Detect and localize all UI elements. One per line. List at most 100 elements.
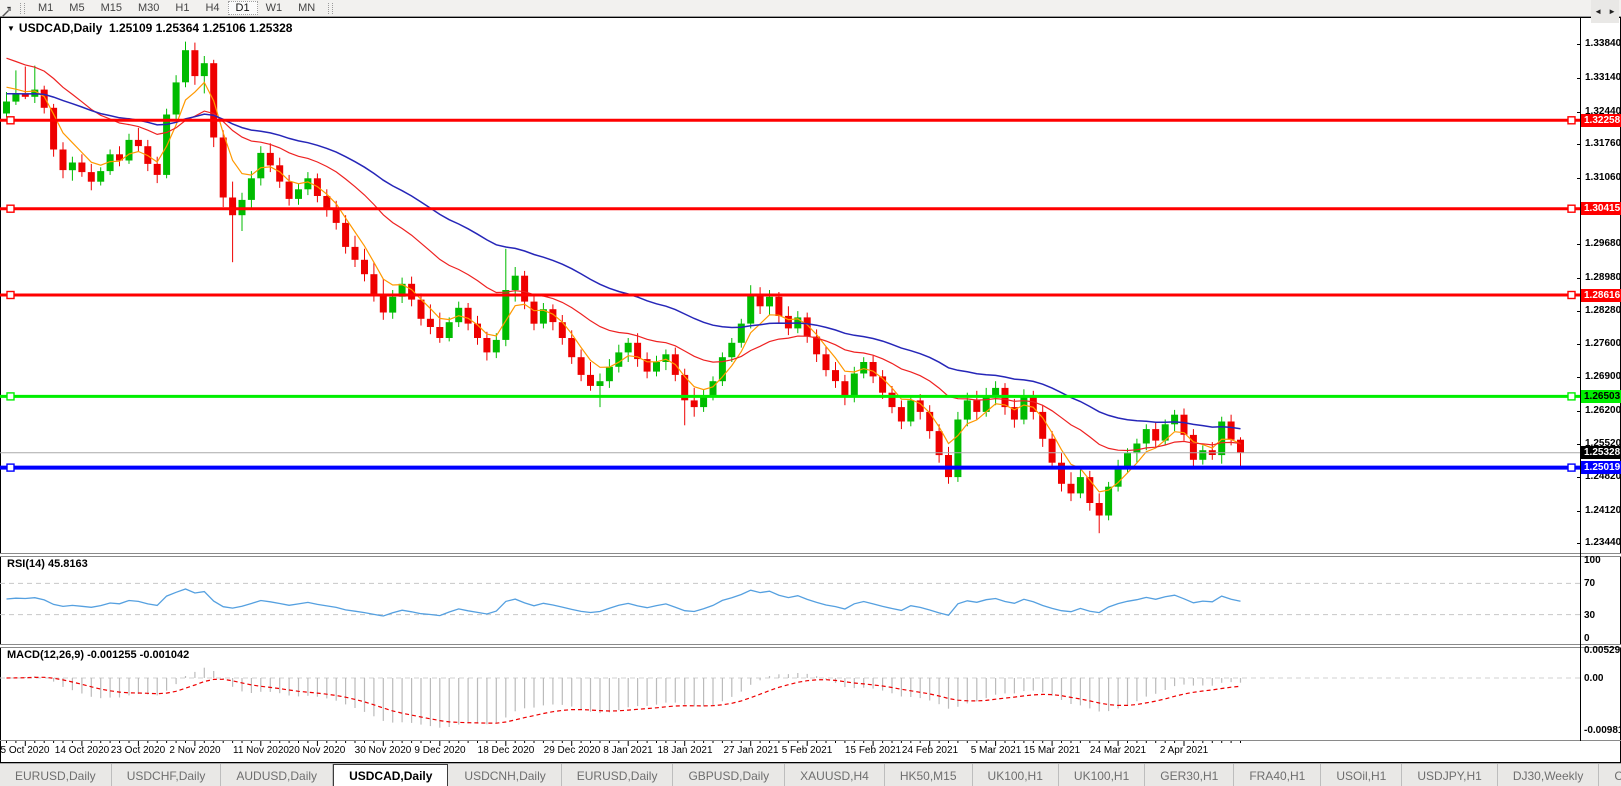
timeframe-button-MN[interactable]: MN	[290, 1, 323, 15]
price-tick-label: 1.33140	[1585, 72, 1621, 83]
tab-scroll-right-icon[interactable]: ►	[1608, 7, 1616, 16]
chart-tab-USOil-H1[interactable]: USOil,H1	[1321, 764, 1403, 786]
hline-price-tag: 1.26503	[1581, 390, 1621, 403]
timeframe-button-M15[interactable]: M15	[93, 1, 130, 15]
timeframe-button-M30[interactable]: M30	[130, 1, 167, 15]
price-tick-label: 1.31760	[1585, 138, 1621, 149]
macd-tick-label: 0.005296	[1584, 645, 1621, 656]
timeframe-button-D1[interactable]: D1	[227, 1, 258, 15]
timeframe-button-H1[interactable]: H1	[167, 1, 197, 15]
hline-handle[interactable]	[1567, 392, 1576, 401]
date-label: 24 Feb 2021	[901, 745, 959, 756]
chart-tab-GBPUSD-Daily[interactable]: GBPUSD,Daily	[673, 764, 786, 786]
rsi-line	[6, 588, 1241, 617]
price-tick-mark	[1577, 444, 1581, 445]
chart-tab-FRA40-H1[interactable]: FRA40,H1	[1234, 764, 1322, 786]
price-tick-mark	[1577, 144, 1581, 145]
chart-tab-bar: EURUSD,Daily USDCHF,Daily AUDUSD,Daily USDC…	[0, 763, 1621, 786]
date-label: 2 Apr 2021	[1159, 745, 1209, 756]
toolbar-grip[interactable]	[20, 2, 26, 14]
date-label: 2 Nov 2020	[169, 745, 221, 756]
chart-title-symbol: USDCAD,Daily	[18, 21, 103, 35]
price-tick-mark	[1577, 344, 1581, 345]
tab-scroll-left-icon[interactable]: ◄	[1594, 7, 1602, 16]
price-tick-label: 1.28980	[1585, 272, 1621, 283]
chart-tab-USDJPY-H1[interactable]: USDJPY,H1	[1402, 764, 1498, 786]
rsi-pane[interactable]	[0, 557, 1580, 644]
rsi-label: RSI(14) 45.8163	[7, 558, 88, 570]
price-tick-mark	[1577, 511, 1581, 512]
chart-tab-XAUUSD-H4[interactable]: XAUUSD,H4	[785, 764, 885, 786]
price-tick-mark	[1577, 178, 1581, 179]
timeframe-buttons: M1 M5 M15 M30 H1 H4 D1 W1 MN	[30, 1, 323, 15]
date-label: 29 Dec 2020	[543, 745, 601, 756]
chart-tab-AUDUSD-Daily[interactable]: AUDUSD,Daily	[221, 764, 334, 786]
chart-tab-EURUSD-Daily[interactable]: EURUSD,Daily	[562, 764, 674, 786]
hline-handle[interactable]	[6, 116, 15, 125]
price-tick-mark	[1577, 477, 1581, 478]
date-label: 30 Nov 2020	[354, 745, 412, 756]
hline-handle[interactable]	[1567, 290, 1576, 300]
chart-tab-USDCNH-Daily[interactable]: USDCNH,Daily	[449, 764, 562, 786]
hline-handle[interactable]	[6, 204, 15, 213]
price-tick-label: 1.33840	[1585, 38, 1621, 49]
date-label: 24 Mar 2021	[1089, 745, 1147, 756]
rsi-tick-label: 0	[1584, 633, 1590, 644]
chart-title-ohlc: 1.25109 1.25364 1.25106 1.25328	[108, 21, 293, 35]
price-tick-mark	[1577, 411, 1581, 412]
chart-tab-UK100-H1[interactable]: UK100,H1	[1059, 764, 1146, 786]
date-label: 14 Oct 2020	[54, 745, 110, 756]
price-tick-label: 1.29680	[1585, 238, 1621, 249]
chart-tab-GER30-H1[interactable]: GER30,H1	[1145, 764, 1235, 786]
macd-label: MACD(12,26,9) -0.001255 -0.001042	[7, 649, 190, 661]
chart-tab-HK50-M15[interactable]: HK50,M15	[885, 764, 973, 786]
bid-price-tag: 1.25328	[1581, 446, 1621, 459]
hline-price-tag: 1.25019	[1581, 461, 1621, 474]
macd-tick-label: 0.00	[1584, 673, 1604, 684]
price-tick-label: 1.24120	[1585, 505, 1621, 516]
price-tick-mark	[1577, 112, 1581, 113]
timeframe-button-M5[interactable]: M5	[61, 1, 92, 15]
hline-handle[interactable]	[6, 290, 15, 300]
price-tick-label: 1.27600	[1585, 338, 1621, 349]
macd-pane[interactable]	[0, 648, 1580, 740]
hline-handle[interactable]	[1567, 116, 1576, 125]
macd-histogram	[15, 667, 1242, 728]
main-chart-pane[interactable]	[0, 18, 1580, 553]
macd-signal-line	[6, 676, 1241, 724]
timeframe-button-W1[interactable]: W1	[258, 1, 291, 15]
line-studies-group[interactable]: ▾	[0, 0, 15, 19]
timeframe-button-M1[interactable]: M1	[30, 1, 61, 15]
ma-fast-line	[6, 81, 1241, 493]
tab-scroll-arrows: ◄ ►	[1591, 0, 1619, 23]
chart-tab-USDCAD-Daily[interactable]: USDCAD,Daily	[333, 764, 449, 786]
trading-terminal-window: ▾ M1M5M15M30H1H4D1W1MN ▼USDCAD,Daily 1.2…	[0, 0, 1621, 786]
date-label: 18 Dec 2020	[477, 745, 535, 756]
chart-tab-CHINA300-H1[interactable]: CHINA300,H1	[1599, 764, 1621, 786]
hline-price-tag: 1.30415	[1581, 202, 1621, 215]
timeframe-button-H4[interactable]: H4	[197, 1, 227, 15]
toolbar-grip-2[interactable]	[328, 2, 334, 14]
date-label: 15 Mar 2021	[1023, 745, 1081, 756]
chart-tab-EURUSD-Daily[interactable]: EURUSD,Daily	[0, 764, 112, 786]
title-marker-icon[interactable]: ▼	[7, 24, 15, 33]
hline-handle[interactable]	[1567, 204, 1576, 213]
chart-tab-USDCHF-Daily[interactable]: USDCHF,Daily	[112, 764, 222, 786]
date-label: 23 Oct 2020	[110, 745, 166, 756]
chart-tab-DJ30-Weekly[interactable]: DJ30,Weekly	[1498, 764, 1600, 786]
price-tick-mark	[1577, 543, 1581, 544]
price-tick-mark	[1577, 278, 1581, 279]
chart-tab-UK100-H1[interactable]: UK100,H1	[973, 764, 1059, 786]
rsi-tick-label: 70	[1584, 578, 1596, 589]
date-label: 20 Nov 2020	[288, 745, 346, 756]
price-tick-label: 1.23440	[1585, 537, 1621, 548]
date-label: 5 Mar 2021	[970, 745, 1022, 756]
hline-handle[interactable]	[1567, 463, 1576, 472]
price-tick-label: 1.26200	[1585, 405, 1621, 416]
macd-tick-label: -0.009816	[1584, 725, 1621, 736]
hline-handle[interactable]	[6, 463, 15, 472]
date-label: 11 Nov 2020	[233, 745, 289, 756]
price-tick-label: 1.31060	[1585, 172, 1621, 183]
date-label: 18 Jan 2021	[657, 745, 713, 756]
hline-handle[interactable]	[6, 392, 15, 401]
